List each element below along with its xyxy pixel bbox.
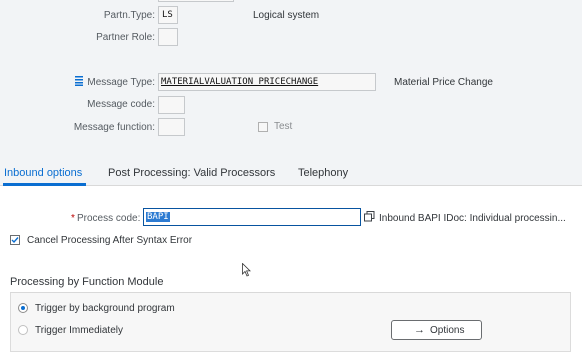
radio-background-label: Trigger by background program [35, 303, 175, 314]
message-type-description: Material Price Change [394, 77, 493, 88]
options-button-label: Options [430, 325, 465, 336]
message-function-field[interactable] [158, 118, 185, 136]
partner-role-label: Partner Role: [96, 32, 155, 43]
message-code-field[interactable] [158, 96, 185, 114]
process-code-field[interactable]: BAPI [143, 208, 361, 226]
message-type-label: Message Type: [87, 77, 155, 88]
radio-background-program[interactable] [18, 303, 28, 313]
process-code-description: Inbound BAPI IDoc: Individual processin.… [379, 213, 566, 224]
process-code-value: BAPI [146, 212, 170, 222]
message-code-label: Message code: [87, 99, 155, 110]
required-marker: * [71, 213, 75, 224]
radio-immediately-label: Trigger Immediately [35, 325, 123, 336]
partner-type-description: Logical system [253, 10, 320, 21]
message-type-value: MATERIALVALUATION_PRICECHANGE [161, 77, 319, 87]
message-type-field[interactable]: MATERIALVALUATION_PRICECHANGE [158, 73, 376, 91]
partner-role-field[interactable] [158, 28, 178, 46]
cancel-processing-checkbox[interactable] [10, 235, 20, 245]
message-function-label: Message function: [73, 122, 155, 133]
tab-telephony[interactable]: Telephony [298, 167, 348, 179]
processing-options-panel [10, 293, 571, 352]
tab-bar: Inbound options Post Processing: Valid P… [0, 160, 582, 186]
cancel-processing-label: Cancel Processing After Syntax Error [27, 235, 193, 246]
radio-trigger-immediately[interactable] [18, 325, 28, 335]
partner-type-value: LS [162, 10, 173, 20]
tab-inbound-options[interactable]: Inbound options [4, 167, 82, 179]
processing-section-title: Processing by Function Module [10, 276, 164, 288]
test-label: Test [274, 121, 293, 132]
mouse-cursor-icon [242, 263, 251, 277]
options-button[interactable]: → Options [391, 320, 482, 340]
partner-type-field[interactable]: LS [158, 6, 178, 24]
partner-type-label: Partn.Type: [103, 10, 155, 21]
partner-number-field-edge[interactable] [158, 0, 234, 2]
test-checkbox[interactable] [258, 122, 268, 132]
process-code-label: Process code: [77, 213, 141, 224]
arrow-right-icon: → [414, 324, 425, 336]
checkmark-icon [11, 237, 19, 244]
value-help-icon[interactable] [364, 211, 375, 222]
tab-post-processing[interactable]: Post Processing: Valid Processors [108, 167, 275, 179]
